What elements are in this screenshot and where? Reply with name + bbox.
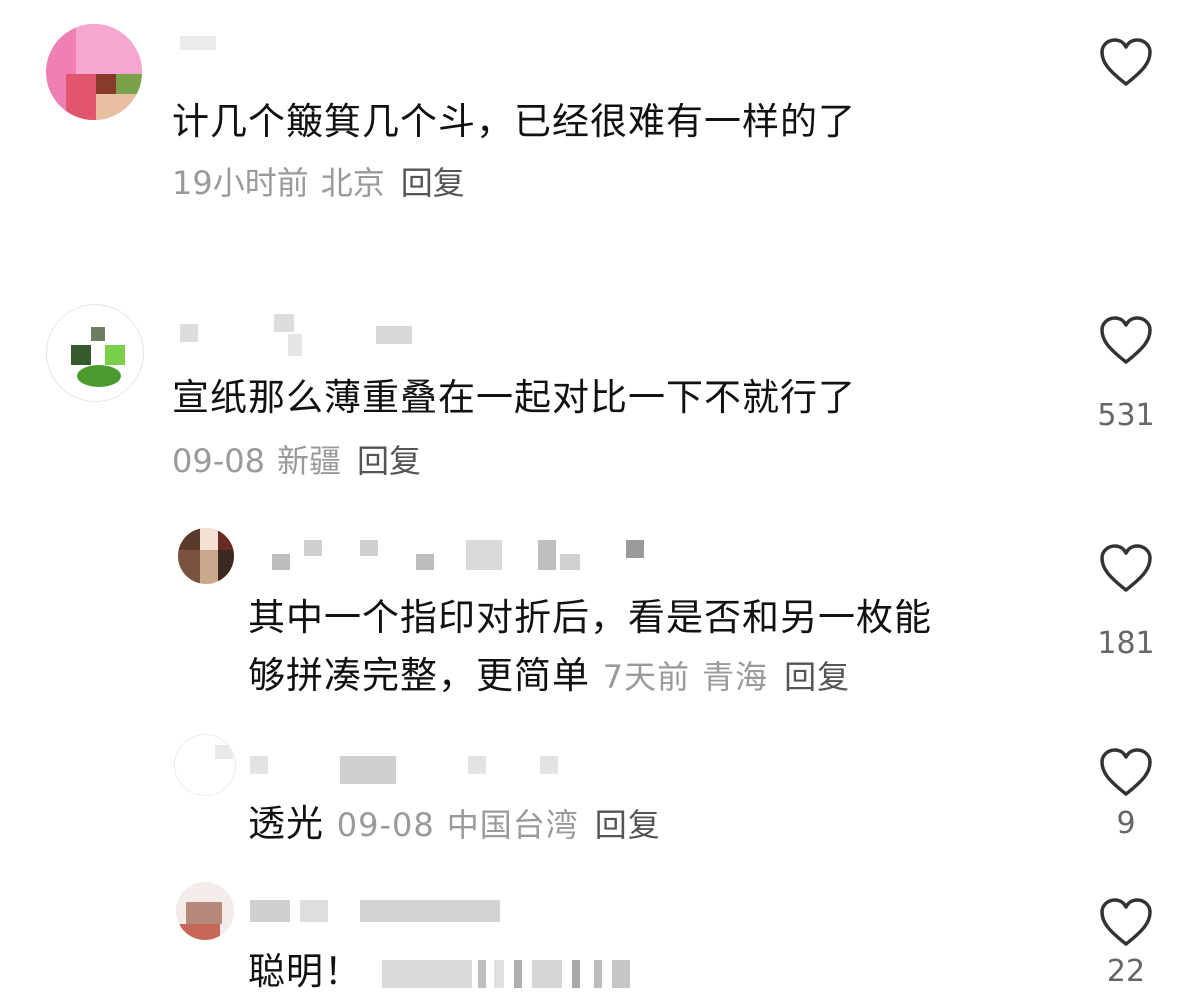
reply-item: 透光 09-08 中国台湾 回复 9	[0, 730, 1200, 860]
comment-item: 宣纸那么薄重叠在一起对比一下不就行了 09-08 新疆 回复 531	[0, 290, 1200, 510]
like-count: 22	[1106, 954, 1146, 989]
like-button[interactable]: 22	[1096, 896, 1156, 992]
username-blurred[interactable]	[180, 36, 220, 52]
comment-text-line: 透光 09-08 中国台湾 回复	[248, 792, 661, 857]
like-button[interactable]	[1096, 36, 1156, 88]
avatar[interactable]	[46, 24, 142, 120]
like-button[interactable]: 181	[1096, 542, 1156, 664]
heart-outline-icon	[1100, 898, 1152, 946]
reply-button[interactable]: 回复	[595, 806, 661, 844]
comment-location: 北京	[320, 164, 385, 202]
comment-location: 新疆	[276, 442, 341, 480]
like-count: 531	[1097, 398, 1155, 433]
reply-button[interactable]: 回复	[784, 658, 850, 696]
reply-button[interactable]: 回复	[401, 164, 465, 202]
username-blurred[interactable]	[250, 900, 510, 930]
reply-button[interactable]: 回复	[357, 442, 421, 480]
comment-text-line2: 够拼凑完整，更简单 7天前 青海 回复	[248, 644, 850, 709]
reply-item: 聪明！ 22	[0, 880, 1200, 1005]
comment-time: 09-08	[172, 442, 265, 480]
comment-location: 青海	[702, 658, 769, 696]
comment-time: 19小时前	[172, 164, 309, 202]
comment-meta: 09-08 中国台湾 回复	[337, 806, 661, 844]
username-blurred[interactable]	[250, 750, 570, 790]
avatar[interactable]	[176, 882, 234, 940]
like-count: 181	[1097, 626, 1155, 661]
username-blurred[interactable]	[266, 534, 666, 574]
heart-outline-icon	[1100, 748, 1152, 796]
avatar[interactable]	[46, 304, 144, 402]
comment-meta: 7天前 青海 回复	[603, 658, 850, 696]
comment-text: 聪明！	[248, 950, 362, 993]
comment-text: 透光	[248, 802, 324, 845]
comment-meta: 09-08 新疆 回复	[172, 438, 421, 484]
heart-outline-icon	[1100, 316, 1152, 364]
heart-outline-icon	[1100, 544, 1152, 592]
comment-text: 够拼凑完整，更简单	[248, 654, 590, 697]
username-blurred[interactable]	[180, 304, 420, 356]
comment-location: 中国台湾	[446, 806, 579, 844]
avatar[interactable]	[178, 528, 234, 584]
like-button[interactable]: 531	[1096, 314, 1156, 436]
comment-text: 计几个簸箕几个斗，已经很难有一样的了	[172, 100, 856, 143]
avatar[interactable]	[174, 734, 236, 796]
like-count: 9	[1116, 806, 1136, 841]
like-button[interactable]: 9	[1096, 746, 1156, 844]
comment-text-line1: 其中一个指印对折后，看是否和另一枚能	[248, 596, 932, 639]
comment-time: 09-08	[336, 806, 435, 844]
comment-text: 宣纸那么薄重叠在一起对比一下不就行了	[172, 376, 856, 419]
heart-outline-icon	[1100, 38, 1152, 86]
reply-item: 其中一个指印对折后，看是否和另一枚能 够拼凑完整，更简单 7天前 青海 回复 181	[0, 520, 1200, 720]
comment-item: 计几个簸箕几个斗，已经很难有一样的了 19小时前 北京 回复	[0, 0, 1200, 230]
comment-time: 7天前	[602, 658, 691, 696]
comment-meta: 19小时前 北京 回复	[172, 160, 465, 206]
image-placeholder-blurred[interactable]	[382, 960, 652, 988]
